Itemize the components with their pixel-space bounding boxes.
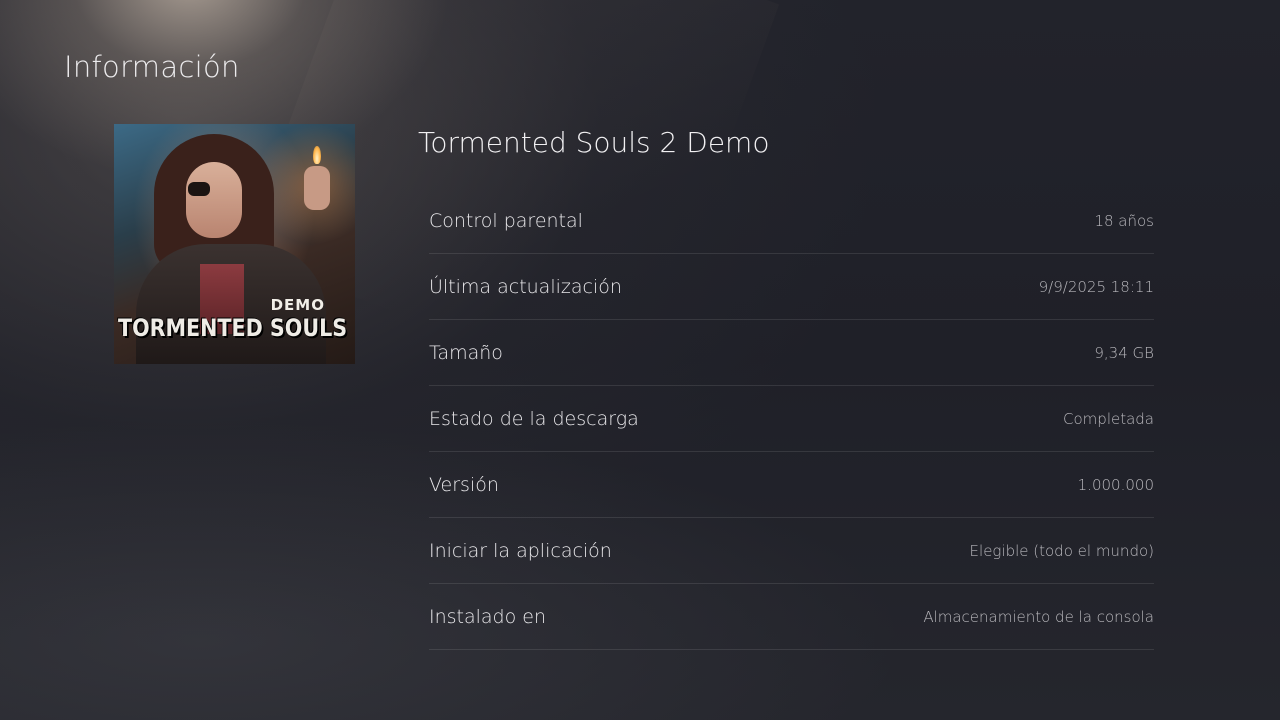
info-value: 9/9/2025 18:11 [1038, 277, 1154, 296]
info-label: Versión [429, 473, 499, 496]
info-screen: Información DEMO TORMENTED SOULS II Torm… [0, 0, 1280, 720]
info-row-installed-on[interactable]: Instalado en Almacenamiento de la consol… [429, 584, 1154, 650]
game-cover-art: DEMO TORMENTED SOULS II [114, 124, 355, 364]
info-value: Completada [1063, 409, 1154, 428]
info-value: 1.000.000 [1077, 475, 1154, 494]
info-row-download-status[interactable]: Estado de la descarga Completada [429, 386, 1154, 452]
info-value: Elegible (todo el mundo) [969, 541, 1154, 560]
info-row-last-update[interactable]: Última actualización 9/9/2025 18:11 [429, 254, 1154, 320]
cover-logo: TORMENTED SOULS II [118, 314, 355, 342]
info-label: Estado de la descarga [429, 407, 639, 430]
info-label: Instalado en [429, 605, 547, 628]
lighter-flame-icon [313, 146, 321, 164]
info-label: Iniciar la aplicación [429, 539, 612, 562]
info-row-size[interactable]: Tamaño 9,34 GB [429, 320, 1154, 386]
info-row-version[interactable]: Versión 1.000.000 [429, 452, 1154, 518]
page-title: Información [64, 50, 240, 84]
game-title: Tormented Souls 2 Demo [418, 126, 770, 159]
cover-demo-label: DEMO [270, 296, 325, 314]
info-label: Tamaño [429, 341, 503, 364]
info-label: Última actualización [429, 275, 622, 298]
cover-eyepatch [188, 182, 210, 196]
cover-hand [304, 166, 330, 210]
info-value: 9,34 GB [1094, 343, 1154, 362]
info-value: Almacenamiento de la consola [923, 607, 1154, 626]
info-value: 18 años [1094, 211, 1154, 230]
info-row-launch-app[interactable]: Iniciar la aplicación Elegible (todo el … [429, 518, 1154, 584]
info-row-parental-control[interactable]: Control parental 18 años [429, 188, 1154, 254]
cover-character-face [186, 162, 242, 238]
info-label: Control parental [429, 209, 583, 232]
info-list: Control parental 18 años Última actualiz… [429, 188, 1154, 650]
